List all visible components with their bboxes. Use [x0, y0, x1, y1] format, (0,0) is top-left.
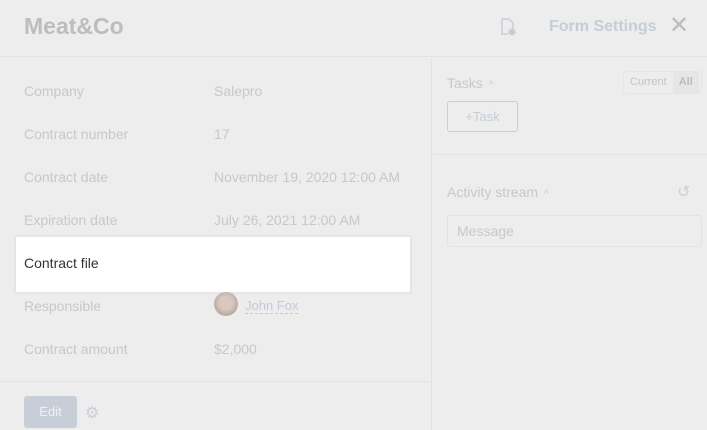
field-label-contract-number: Contract number [24, 126, 129, 142]
chevron-up-icon: ^ [488, 80, 494, 91]
contract-file-field[interactable]: Contract file [14, 235, 412, 294]
field-value-contract-number: 17 [214, 126, 230, 142]
field-label-contract-amount: Contract amount [24, 341, 128, 357]
activity-header[interactable]: Activity stream ^ [447, 184, 549, 200]
field-value-expiration-date: July 26, 2021 12:00 AM [214, 212, 361, 228]
field-value-contract-date: November 19, 2020 12:00 AM [214, 169, 401, 185]
toggle-current[interactable]: Current [624, 72, 673, 93]
message-input[interactable]: Message [447, 215, 702, 247]
tasks-header[interactable]: Tasks ^ [447, 75, 494, 91]
field-label-contract-date: Contract date [24, 169, 109, 185]
tasks-title: Tasks [447, 75, 483, 91]
tasks-filter-toggle: Current All [623, 71, 702, 94]
page-title: Meat&Co [24, 13, 124, 39]
edit-button[interactable]: Edit [24, 396, 77, 428]
avatar [214, 292, 238, 316]
field-value-company: Salepro [214, 83, 263, 99]
field-label-company: Company [24, 83, 84, 99]
toggle-all[interactable]: All [672, 72, 699, 93]
refresh-icon[interactable]: ↺ [677, 182, 690, 202]
document-icon[interactable] [500, 18, 516, 41]
field-label-responsible: Responsible [24, 298, 102, 314]
add-task-button[interactable]: +Task [447, 101, 518, 132]
gear-icon[interactable]: ⚙ [85, 403, 99, 423]
header: Meat&Co Form Settings ✕ [0, 0, 707, 57]
field-value-contract-amount: $2,000 [214, 341, 257, 357]
activity-title: Activity stream [447, 184, 539, 200]
field-label-contract-file: Contract file [24, 255, 99, 271]
field-label-expiration-date: Expiration date [24, 212, 118, 228]
chevron-up-icon: ^ [544, 189, 549, 200]
divider [0, 381, 432, 382]
close-icon[interactable]: ✕ [669, 14, 689, 38]
form-settings-link[interactable]: Form Settings [549, 18, 657, 36]
divider [433, 154, 707, 155]
responsible-link[interactable]: John Fox [245, 298, 299, 314]
